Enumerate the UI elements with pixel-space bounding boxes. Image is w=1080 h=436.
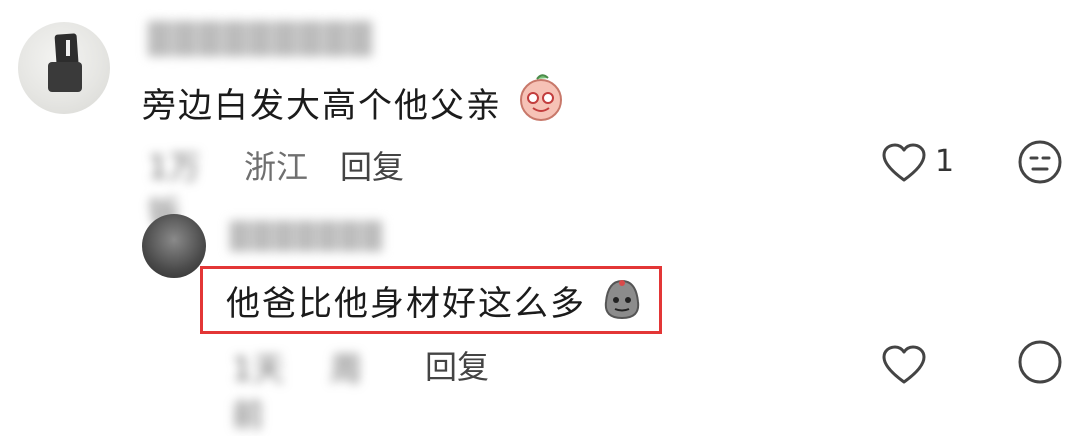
reply-button[interactable]: 回复 (340, 142, 404, 188)
avatar[interactable] (142, 214, 206, 278)
username-blurred[interactable]: ███████ (230, 222, 384, 252)
dislike-face-icon[interactable] (1016, 338, 1064, 386)
comment-text: 他爸比他身材好这么多 (226, 284, 586, 324)
comment-time: 1天 前 (232, 350, 285, 434)
like-count: 1 (935, 144, 955, 179)
heart-icon[interactable] (880, 142, 928, 184)
reply-button[interactable]: 回复 (425, 342, 489, 388)
comment-location: 周 (330, 350, 363, 388)
comment-text: 旁边白发大高个他父亲 (142, 86, 502, 126)
heart-icon[interactable] (880, 344, 928, 386)
comment-location: 浙江 (244, 148, 309, 186)
avatar[interactable] (18, 22, 110, 114)
peach-emoji-icon (520, 74, 562, 121)
grey-face-emoji-icon (604, 279, 640, 320)
username-blurred[interactable]: █████████ (148, 22, 374, 57)
dislike-face-icon[interactable] (1016, 138, 1064, 186)
